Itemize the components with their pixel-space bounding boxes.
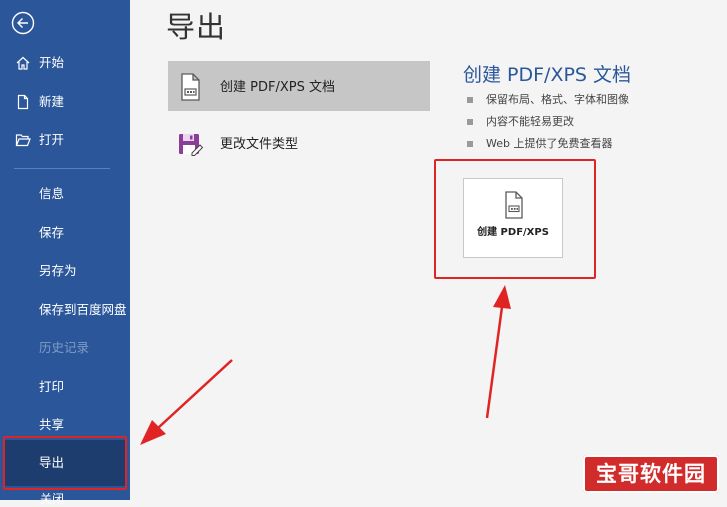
nav-item-open[interactable]: 打开	[0, 125, 130, 155]
bullet-text: 内容不能轻易更改	[486, 115, 574, 128]
nav-label: 另存为	[39, 263, 77, 278]
nav-item-save[interactable]: 保存	[0, 218, 130, 248]
bullet-square-icon	[467, 119, 473, 125]
arrow-to-export	[140, 359, 233, 445]
create-pdf-xps-button[interactable]: 创建 PDF/XPS	[463, 178, 563, 258]
option-change-file-type[interactable]: 更改文件类型	[168, 118, 430, 168]
nav-item-info[interactable]: 信息	[0, 179, 130, 209]
nav-label: 打印	[39, 379, 65, 394]
backstage-sidebar: 开始 新建 打开 信息 保存 另存为 保存到百度网盘 历史记录 打印 共享 导出…	[0, 0, 130, 506]
nav-item-new[interactable]: 新建	[0, 87, 130, 117]
nav-label: 新建	[39, 94, 65, 109]
page-title: 导出	[166, 10, 227, 44]
nav-label: 打开	[39, 132, 65, 147]
nav-label: 开始	[39, 55, 65, 70]
nav-label: 关闭	[40, 492, 65, 506]
back-arrow-icon[interactable]	[11, 11, 35, 35]
nav-item-save-to-baidu[interactable]: 保存到百度网盘	[0, 295, 130, 325]
pdf-document-icon	[181, 73, 200, 101]
detail-title: 创建 PDF/XPS 文档	[463, 64, 632, 86]
bullet-square-icon	[467, 141, 473, 147]
list-item: 保留布局、格式、字体和图像	[466, 89, 629, 111]
bullet-text: Web 上提供了免费查看器	[486, 137, 613, 150]
pdf-document-icon	[505, 191, 523, 219]
create-button-label: 创建 PDF/XPS	[477, 227, 549, 238]
nav-label: 保存	[39, 225, 65, 240]
option-label: 创建 PDF/XPS 文档	[220, 80, 335, 95]
folder-open-icon	[15, 134, 31, 147]
new-document-icon	[17, 94, 29, 110]
nav-item-history: 历史记录	[0, 333, 130, 363]
nav-label: 信息	[39, 186, 65, 201]
nav-item-save-as[interactable]: 另存为	[0, 256, 130, 286]
site-watermark-logo: 宝哥软件园	[583, 455, 719, 493]
nav-divider	[14, 168, 110, 169]
home-icon	[16, 56, 30, 70]
list-item: 内容不能轻易更改	[466, 111, 629, 133]
arrow-to-create-button	[485, 285, 511, 419]
export-highlight-box	[3, 436, 127, 490]
option-label: 更改文件类型	[220, 137, 299, 152]
nav-item-close[interactable]: 关闭	[40, 490, 64, 507]
feature-list: 保留布局、格式、字体和图像 内容不能轻易更改 Web 上提供了免费查看器	[466, 89, 629, 155]
bullet-text: 保留布局、格式、字体和图像	[486, 93, 629, 106]
list-item: Web 上提供了免费查看器	[466, 133, 629, 155]
nav-label: 历史记录	[39, 340, 90, 355]
option-create-pdf-xps[interactable]: 创建 PDF/XPS 文档	[168, 61, 430, 111]
nav-item-print[interactable]: 打印	[0, 372, 130, 402]
nav-item-home[interactable]: 开始	[0, 48, 130, 78]
save-floppy-icon	[179, 134, 204, 156]
bullet-square-icon	[467, 97, 473, 103]
nav-label: 保存到百度网盘	[39, 302, 127, 317]
